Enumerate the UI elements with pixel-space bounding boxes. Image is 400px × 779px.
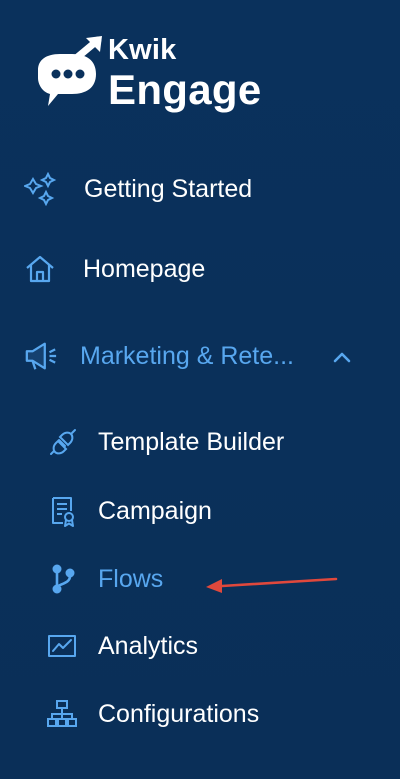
nav-item-analytics[interactable]: Analytics <box>0 622 400 670</box>
annotation-arrow-icon <box>206 577 338 593</box>
nav-item-campaign[interactable]: Campaign <box>0 487 400 535</box>
nav-label-flows: Flows <box>98 565 164 593</box>
sidebar: Kwik Engage Getting Started Homepage Mar… <box>0 0 400 779</box>
megaphone-icon <box>24 339 58 373</box>
chevron-up-icon[interactable] <box>331 346 353 368</box>
chat-rocket-logo-icon <box>38 36 102 106</box>
nav-item-template-builder[interactable]: Template Builder <box>0 418 400 466</box>
nav-item-homepage[interactable]: Homepage <box>0 245 400 293</box>
nav-item-configurations[interactable]: Configurations <box>0 690 400 738</box>
line-chart-icon <box>45 629 79 663</box>
logo-text-kwik: Kwik <box>108 34 177 66</box>
nav-item-getting-started[interactable]: Getting Started <box>0 165 400 213</box>
nav-label-campaign: Campaign <box>98 497 212 525</box>
document-badge-icon <box>46 494 80 528</box>
home-icon <box>23 252 57 286</box>
logo-text-engage: Engage <box>108 66 262 113</box>
branch-icon <box>46 562 80 596</box>
nav-item-marketing[interactable]: Marketing & Rete... <box>0 332 400 380</box>
nav-label-marketing: Marketing & Rete... <box>80 342 294 370</box>
brand-logo[interactable]: Kwik Engage <box>26 34 276 116</box>
nav-label-analytics: Analytics <box>98 632 199 660</box>
sparkle-icon <box>24 172 58 206</box>
nav-label-template-builder: Template Builder <box>98 428 285 456</box>
nav-label-getting-started: Getting Started <box>84 175 253 203</box>
hierarchy-icon <box>45 697 79 731</box>
nav-label-configurations: Configurations <box>98 700 260 728</box>
nav-label-homepage: Homepage <box>83 255 206 283</box>
plug-icon <box>46 425 80 459</box>
